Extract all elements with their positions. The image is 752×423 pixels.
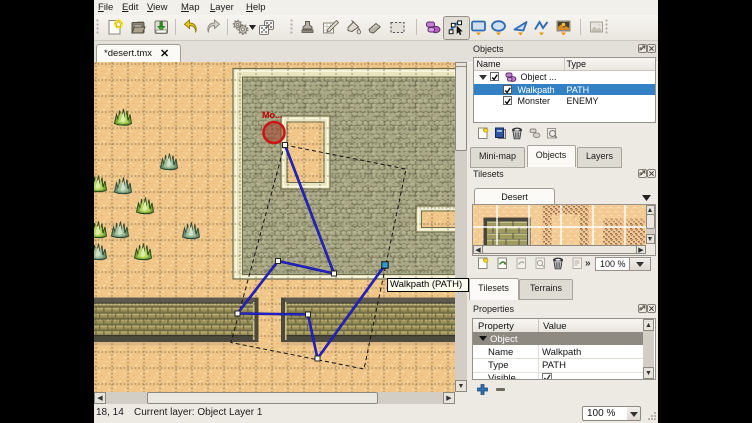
svg-text:Mo...: Mo... bbox=[262, 110, 283, 120]
